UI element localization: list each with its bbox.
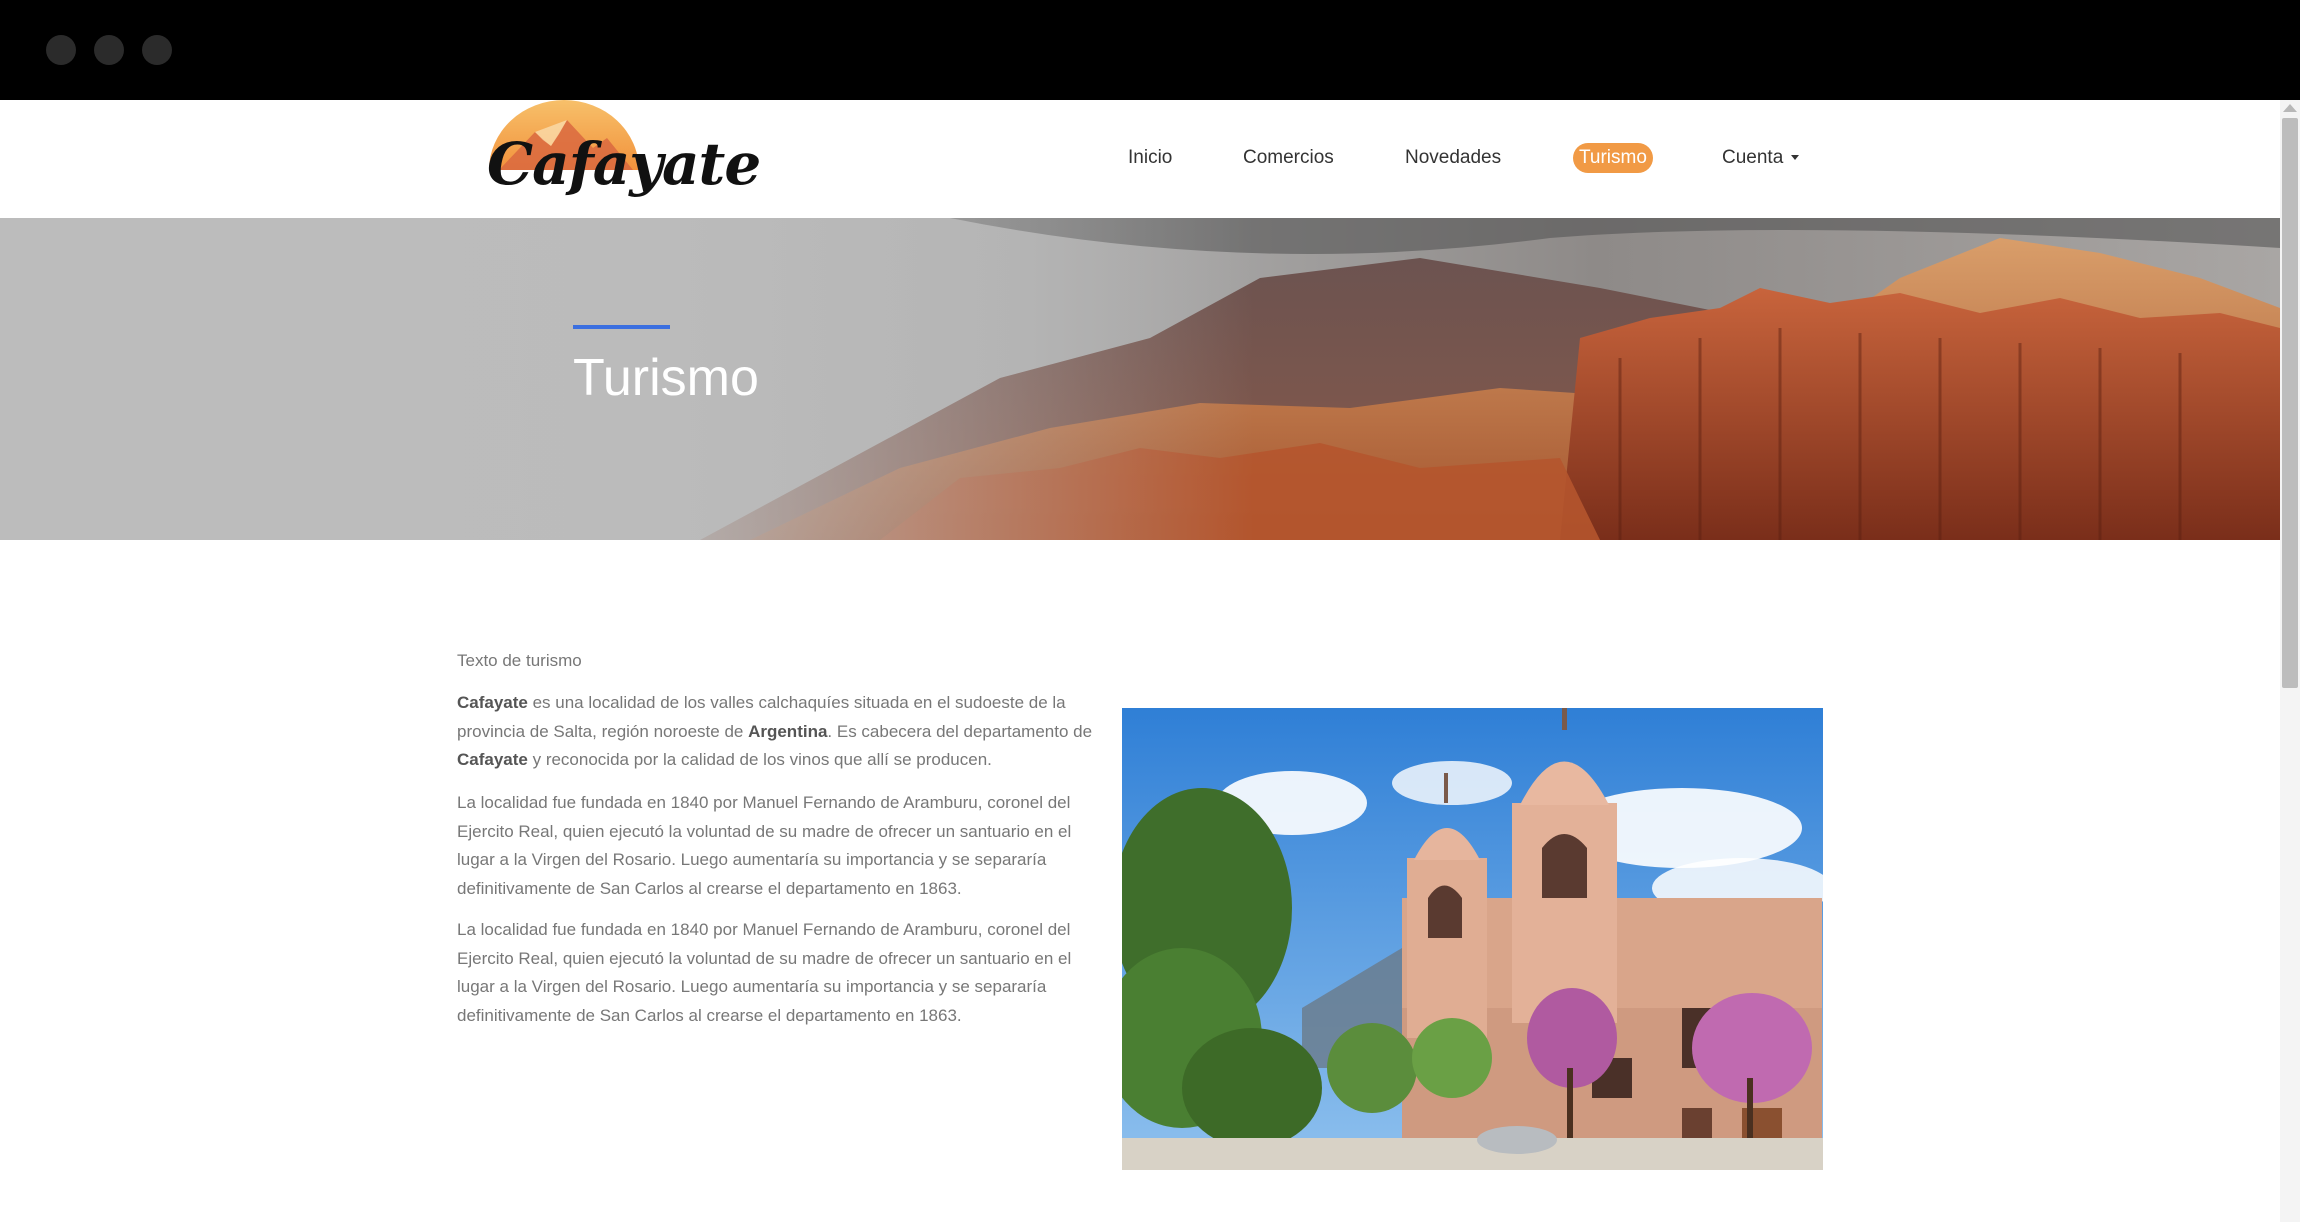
paragraph-1-text-c: y reconocida por la calidad de los vinos… — [527, 750, 992, 770]
content-intro: Texto de turismo — [457, 651, 582, 670]
content-paragraph-3: La localidad fue fundada en 1840 por Man… — [457, 920, 1072, 1026]
nav-inicio[interactable]: Inicio — [1128, 143, 1172, 173]
hero-title: Turismo — [573, 349, 759, 407]
content-paragraph-1: Cafayate es una localidad de los valles … — [457, 689, 1107, 775]
hero-banner: Turismo — [0, 218, 2280, 540]
bold-cafayate: Cafayate — [457, 693, 528, 712]
window-minimize-button[interactable] — [94, 35, 124, 65]
hero-mountains-image — [0, 218, 2280, 540]
logo-wordmark[interactable]: Cafayate — [487, 135, 761, 193]
caret-down-icon — [1791, 155, 1800, 161]
nav-comercios[interactable]: Comercios — [1243, 143, 1334, 173]
content-paragraph-2: La localidad fue fundada en 1840 por Man… — [457, 793, 1072, 899]
scroll-up-arrow-icon[interactable] — [2283, 104, 2297, 112]
bold-argentina: Argentina — [748, 721, 828, 741]
nav-cuenta-label: Cuenta — [1722, 147, 1784, 168]
cathedral-photo — [1122, 708, 1823, 1170]
window-close-button[interactable] — [46, 35, 76, 65]
bold-cafayate-dept: Cafayate — [457, 750, 528, 770]
paragraph-1-text-b: . Es cabecera del departamento de — [827, 721, 1093, 741]
window-maximize-button[interactable] — [142, 35, 172, 65]
scrollbar-thumb[interactable] — [2282, 118, 2298, 688]
window-titlebar — [0, 0, 2300, 100]
nav-turismo[interactable]: Turismo — [1573, 143, 1653, 173]
nav-cuenta[interactable]: Cuenta — [1722, 143, 1800, 173]
nav-novedades[interactable]: Novedades — [1405, 143, 1501, 173]
hero-accent-line — [573, 325, 670, 329]
cathedral-image — [1122, 708, 1823, 1170]
